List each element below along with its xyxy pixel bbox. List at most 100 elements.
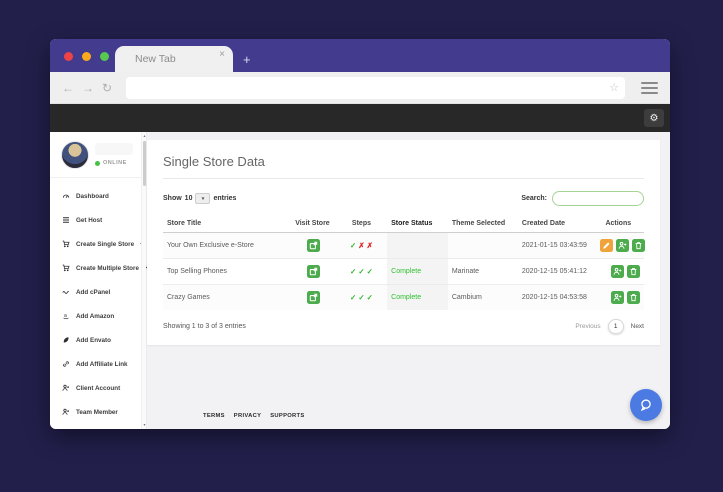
search-input[interactable] <box>560 197 636 210</box>
step-cross-icon: ✗ <box>366 241 373 250</box>
reload-icon[interactable]: ↻ <box>102 82 112 94</box>
visit-store-icon <box>310 241 318 250</box>
new-tab-button[interactable]: + <box>243 53 251 66</box>
footer-link-privacy[interactable]: PRIVACY <box>234 413 261 419</box>
search-label: Search: <box>521 195 547 202</box>
forward-icon[interactable]: → <box>82 82 94 94</box>
created-date-cell: 2020-12-15 05:41:12 <box>517 258 593 285</box>
sidebar-item-create-single-store[interactable]: Create Single Store + <box>50 232 146 256</box>
single-store-data-card: Single Store Data Show 10 ▾ entries Sear… <box>147 140 660 345</box>
cart-icon <box>62 240 70 248</box>
theme-cell <box>447 232 518 259</box>
sidebar-item-create-multiple-store[interactable]: Create Multiple Store + <box>50 256 150 280</box>
store-title-cell: Top Selling Phones <box>163 258 290 285</box>
assign-user-button[interactable] <box>615 239 629 252</box>
browser-window: New Tab × + ← → ↻ ☆ ⚙ ONLINE Dashboard G… <box>50 39 670 429</box>
theme-cell: Marinate <box>447 258 518 285</box>
header-created-date[interactable]: Created Date <box>517 215 593 233</box>
cpanel-icon <box>62 291 70 294</box>
trash-icon <box>635 242 641 250</box>
close-window-button[interactable] <box>64 52 73 61</box>
store-status-cell: Complete <box>387 258 448 285</box>
delete-button[interactable] <box>631 239 645 252</box>
header-actions[interactable]: Actions <box>592 215 644 233</box>
sidebar-item-client-account[interactable]: Client Account <box>50 376 146 400</box>
url-input[interactable] <box>132 82 610 93</box>
svg-text:a: a <box>64 313 67 319</box>
visit-store-icon <box>310 293 318 302</box>
footer-link-supports[interactable]: SUPPORTS <box>270 413 304 419</box>
minimize-window-button[interactable] <box>82 52 91 61</box>
page-length-select[interactable]: ▾ <box>195 193 211 204</box>
header-store-title[interactable]: Store Title <box>163 215 290 233</box>
scrollbar-thumb[interactable] <box>143 141 146 186</box>
profile-section: ONLINE <box>50 132 146 178</box>
sidebar-item-add-envato[interactable]: Add Envato <box>50 328 146 352</box>
app-header-bar: ⚙ <box>50 104 670 132</box>
store-status-cell: Complete <box>387 284 448 310</box>
sidebar-item-get-host[interactable]: Get Host <box>50 208 146 232</box>
store-status-cell <box>387 232 448 259</box>
bookmark-star-icon[interactable]: ☆ <box>609 81 619 94</box>
sidebar: ONLINE Dashboard Get Host Create Single … <box>50 132 150 429</box>
header-theme-selected[interactable]: Theme Selected <box>447 215 518 233</box>
delete-button[interactable] <box>627 291 640 304</box>
table-header-row: Store Title Visit Store Steps Store Stat… <box>163 215 644 233</box>
settings-gear-icon[interactable]: ⚙ <box>644 109 664 127</box>
step-check-icon: ✓ <box>358 293 365 302</box>
assign-user-button[interactable] <box>611 265 624 278</box>
browser-menu-icon[interactable] <box>641 81 658 94</box>
footer-link-terms[interactable]: TERMS <box>203 413 225 419</box>
created-date-cell: 2020-12-15 04:53:58 <box>517 284 593 310</box>
pagination-previous[interactable]: Previous <box>575 323 600 330</box>
main-content: Single Store Data Show 10 ▾ entries Sear… <box>147 132 670 429</box>
steps-cell: ✓ ✓ ✓ <box>335 258 388 285</box>
user-plus-icon <box>618 241 626 249</box>
visit-store-button[interactable] <box>307 291 321 304</box>
edit-button[interactable] <box>599 239 613 252</box>
visit-store-button[interactable] <box>307 265 321 278</box>
delete-button[interactable] <box>627 265 640 278</box>
chat-fab-button[interactable] <box>630 389 662 421</box>
assign-user-button[interactable] <box>611 291 624 304</box>
visit-store-button[interactable] <box>307 239 321 252</box>
pagination-page-1[interactable]: 1 <box>607 319 624 334</box>
sidebar-item-team-member[interactable]: Team Member <box>50 400 146 424</box>
envato-icon <box>63 337 69 343</box>
steps-cell: ✓ ✓ ✓ <box>335 284 388 310</box>
pagination-next[interactable]: Next <box>631 323 644 330</box>
avatar[interactable] <box>61 141 89 169</box>
desktop-background: New Tab × + ← → ↻ ☆ ⚙ ONLINE Dashboard G… <box>0 0 723 492</box>
trash-icon <box>630 268 637 276</box>
url-box[interactable]: ☆ <box>126 76 625 99</box>
trash-icon <box>630 294 637 302</box>
link-icon <box>63 361 69 367</box>
page-length-control: Show 10 ▾ entries <box>163 193 236 204</box>
header-steps[interactable]: Steps <box>335 215 388 233</box>
page-title: Single Store Data <box>163 154 644 179</box>
user-plus-icon <box>613 267 622 275</box>
search-control: Search: <box>521 191 644 210</box>
user-plus-icon <box>62 384 69 391</box>
username-redacted <box>95 143 133 155</box>
sidebar-item-add-affiliate-link[interactable]: Add Affiliate Link <box>50 352 146 376</box>
pencil-icon <box>602 242 610 249</box>
maximize-window-button[interactable] <box>100 52 109 61</box>
browser-tab[interactable]: New Tab × <box>115 46 233 72</box>
store-title-cell: Crazy Games <box>163 284 290 310</box>
dashboard-icon <box>62 194 70 198</box>
sidebar-item-dashboard[interactable]: Dashboard <box>50 184 146 208</box>
step-check-icon: ✓ <box>366 267 373 276</box>
back-icon[interactable]: ← <box>62 82 74 94</box>
pagination: Previous 1 Next <box>575 319 644 334</box>
close-tab-icon[interactable]: × <box>219 50 225 60</box>
sidebar-item-add-cpanel[interactable]: Add cPanel <box>50 280 146 304</box>
header-visit-store[interactable]: Visit Store <box>289 215 336 233</box>
header-store-status[interactable]: Store Status <box>387 215 448 233</box>
sidebar-item-add-amazon[interactable]: a Add Amazon <box>50 304 146 328</box>
browser-address-bar: ← → ↻ ☆ <box>50 72 670 104</box>
visit-store-icon <box>310 267 318 276</box>
sidebar-scrollbar[interactable]: ▴ ▾ <box>141 132 146 429</box>
page-length-value: 10 <box>184 195 193 202</box>
amazon-icon: a <box>63 313 69 320</box>
